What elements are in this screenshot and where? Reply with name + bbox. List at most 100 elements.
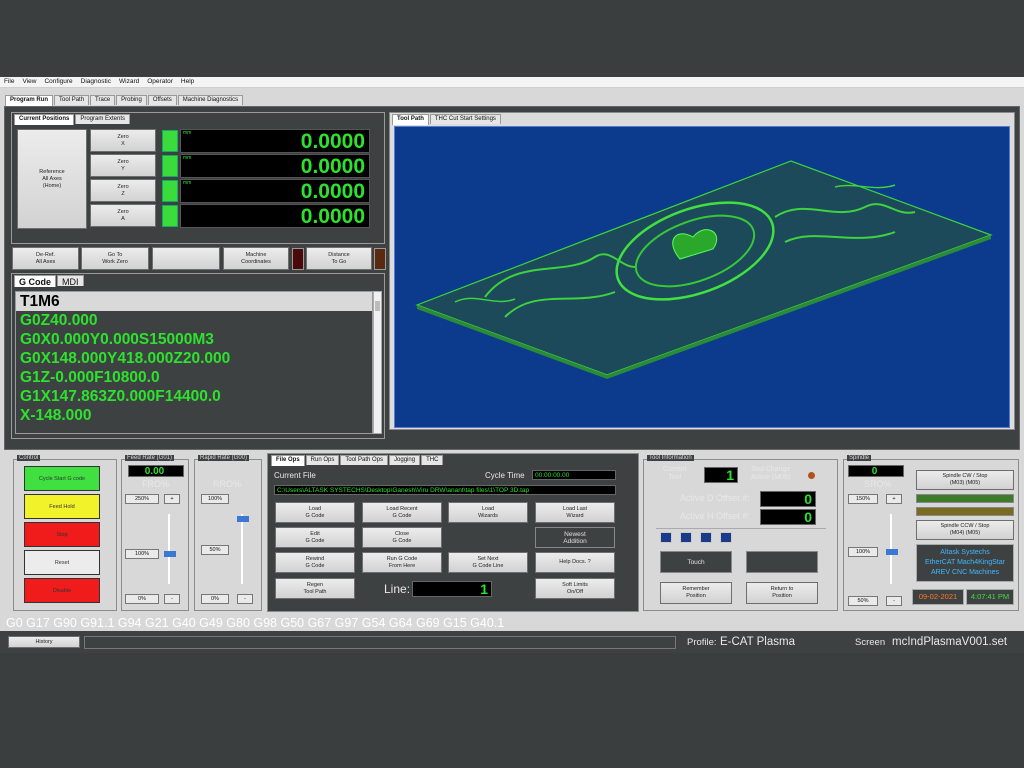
sro-slider-thumb[interactable] bbox=[886, 549, 898, 555]
edit-gcode-button[interactable]: Edit G Code bbox=[275, 527, 355, 548]
gcode-line[interactable]: G0X148.000Y418.000Z20.000 bbox=[16, 349, 372, 368]
gcode-line[interactable]: X-148.000 bbox=[16, 406, 372, 425]
tab-current-positions[interactable]: Current Positions bbox=[14, 114, 75, 125]
zero-z-button[interactable]: Zero Z bbox=[90, 179, 156, 202]
a-dro: 0.0000 bbox=[180, 204, 370, 228]
soft-limits-button[interactable]: Soft Limits On/Off bbox=[535, 578, 615, 599]
active-h-label: Active H Offset #: bbox=[680, 511, 750, 521]
menu-wizard[interactable]: Wizard bbox=[115, 77, 143, 85]
zero-x-button[interactable]: Zero X bbox=[90, 129, 156, 152]
sro-plus-button[interactable]: + bbox=[886, 494, 902, 504]
z-axis-led bbox=[162, 180, 178, 202]
set-next-line-button[interactable]: Set Next G Code Line bbox=[448, 552, 528, 573]
spindle-ccw-button[interactable]: Spindle CCW / Stop (M04) (M05) bbox=[916, 520, 1014, 540]
load-gcode-button[interactable]: Load G Code bbox=[275, 502, 355, 523]
tool-change-label: Tool Change Active (M06) bbox=[751, 466, 791, 481]
zero-a-button[interactable]: Zero A bbox=[90, 204, 156, 227]
feed-hold-button[interactable]: Feed Hold bbox=[24, 494, 100, 519]
sro-mid-button[interactable]: 100% bbox=[848, 547, 878, 557]
newest-addition-button[interactable]: Newest Addition bbox=[535, 527, 615, 548]
tab-run-ops[interactable]: Run Ops bbox=[305, 455, 340, 465]
load-wizards-button[interactable]: Load Wizards bbox=[448, 502, 528, 523]
remember-position-button[interactable]: Remember Position bbox=[660, 582, 732, 604]
rro-minus-button[interactable]: - bbox=[237, 594, 253, 604]
sro-minus-button[interactable]: - bbox=[886, 596, 902, 606]
reference-all-axes-button[interactable]: Reference All Axes (Home) bbox=[17, 129, 87, 229]
zero-y-button[interactable]: Zero Y bbox=[90, 154, 156, 177]
return-to-position-button[interactable]: Return to Position bbox=[746, 582, 818, 604]
reset-button[interactable]: Reset bbox=[24, 550, 100, 575]
deref-all-axes-button[interactable]: De-Ref. All Axes bbox=[12, 247, 79, 270]
rro-slider-track[interactable] bbox=[241, 514, 243, 584]
sro-min-button[interactable]: 50% bbox=[848, 596, 878, 606]
scroll-thumb[interactable] bbox=[375, 301, 380, 311]
menu-diagnostic[interactable]: Diagnostic bbox=[77, 77, 115, 85]
gcode-line[interactable]: G0X0.000Y0.000S15000M3 bbox=[16, 330, 372, 349]
history-button[interactable]: History bbox=[8, 636, 80, 648]
gcode-list[interactable]: T1M6 G0Z40.000 G0X0.000Y0.000S15000M3 G0… bbox=[15, 291, 373, 434]
load-recent-button[interactable]: Load Recent G Code bbox=[362, 502, 442, 523]
menu-file[interactable]: File bbox=[0, 77, 18, 85]
message-bar bbox=[84, 636, 676, 649]
tab-gcode[interactable]: G Code bbox=[14, 275, 57, 287]
rro-min-button[interactable]: 0% bbox=[201, 594, 229, 604]
menu-operator[interactable]: Operator bbox=[143, 77, 177, 85]
disable-button[interactable]: Disable bbox=[24, 578, 100, 603]
tab-toolpath-ops[interactable]: Tool Path Ops bbox=[340, 455, 389, 465]
fro-max-button[interactable]: 250% bbox=[125, 494, 159, 504]
rro-slider-thumb[interactable] bbox=[237, 516, 249, 522]
regen-toolpath-button[interactable]: Regen Tool Path bbox=[275, 578, 355, 599]
tab-toolpath-view[interactable]: Tool Path bbox=[392, 114, 429, 125]
tab-program-extents[interactable]: Program Extents bbox=[75, 114, 131, 124]
menu-bar: File View Configure Diagnostic Wizard Operato… bbox=[0, 77, 1024, 88]
gcode-line[interactable]: G1X147.863Z0.000F14400.0 bbox=[16, 387, 372, 406]
tab-trace[interactable]: Trace bbox=[90, 95, 116, 105]
fro-slider-track[interactable] bbox=[168, 514, 170, 584]
tab-program-run[interactable]: Program Run bbox=[5, 95, 54, 106]
fro-mid-button[interactable]: 100% bbox=[125, 549, 159, 559]
machine-coords-led bbox=[292, 248, 304, 270]
gcode-line[interactable]: T1M6 bbox=[16, 292, 372, 311]
fro-min-button[interactable]: 0% bbox=[125, 594, 159, 604]
toolpath-viewport[interactable] bbox=[394, 126, 1010, 428]
tab-mdi[interactable]: MDI bbox=[57, 275, 84, 287]
menu-help[interactable]: Help bbox=[177, 77, 198, 85]
run-from-here-button[interactable]: Run G Code From Here bbox=[362, 552, 442, 573]
menu-configure[interactable]: Configure bbox=[40, 77, 76, 85]
fro-plus-button[interactable]: + bbox=[164, 494, 180, 504]
cycle-start-button[interactable]: Cycle Start G code bbox=[24, 466, 100, 491]
tool-indicator bbox=[720, 532, 732, 543]
sro-max-button[interactable]: 150% bbox=[848, 494, 878, 504]
tab-machine-diagnostics[interactable]: Machine Diagnostics bbox=[177, 95, 244, 105]
gcode-line[interactable]: G1Z-0.000F10800.0 bbox=[16, 368, 372, 387]
gcode-line[interactable]: G0Z40.000 bbox=[16, 311, 372, 330]
modal-codes: G0 G17 G90 G91.1 G94 G21 G40 G49 G80 G98… bbox=[6, 616, 505, 630]
touch-button[interactable]: Touch bbox=[660, 551, 732, 573]
tab-probing[interactable]: Probing bbox=[116, 95, 147, 105]
blank-button[interactable] bbox=[152, 247, 220, 270]
load-last-wizard-button[interactable]: Load Last Wizard bbox=[535, 502, 615, 523]
rewind-gcode-button[interactable]: Rewind G Code bbox=[275, 552, 355, 573]
tab-thc[interactable]: THC bbox=[421, 455, 444, 465]
stop-button[interactable]: Stop bbox=[24, 522, 100, 547]
help-docs-button[interactable]: Help Docs. ? bbox=[535, 552, 615, 573]
go-to-work-zero-button[interactable]: Go To Work Zero bbox=[81, 247, 149, 270]
tab-thc-cut-start[interactable]: THC Cut Start Settings bbox=[429, 114, 501, 124]
tab-file-ops[interactable]: File Ops bbox=[271, 455, 305, 466]
blank-tool-button[interactable] bbox=[746, 551, 818, 573]
distance-to-go-button[interactable]: Distance To Go bbox=[306, 247, 372, 270]
gcode-scrollbar[interactable] bbox=[373, 291, 382, 434]
tab-jogging[interactable]: Jogging bbox=[389, 455, 421, 465]
rro-max-button[interactable]: 100% bbox=[201, 494, 229, 504]
current-file-label: Current File bbox=[274, 471, 316, 480]
spindle-cw-button[interactable]: Spindle CW / Stop (M03) (M05) bbox=[916, 470, 1014, 490]
machine-coordinates-button[interactable]: Machine Coordinates bbox=[223, 247, 289, 270]
fro-slider-thumb[interactable] bbox=[164, 551, 176, 557]
tab-offsets[interactable]: Offsets bbox=[147, 95, 177, 105]
fro-minus-button[interactable]: - bbox=[164, 594, 180, 604]
rro-mid-button[interactable]: 50% bbox=[201, 545, 229, 555]
close-gcode-button[interactable]: Close G Code bbox=[362, 527, 442, 548]
feedrate-title: Feed Rate (G01) bbox=[125, 455, 175, 461]
tab-tool-path[interactable]: Tool Path bbox=[54, 95, 90, 105]
menu-view[interactable]: View bbox=[18, 77, 40, 85]
